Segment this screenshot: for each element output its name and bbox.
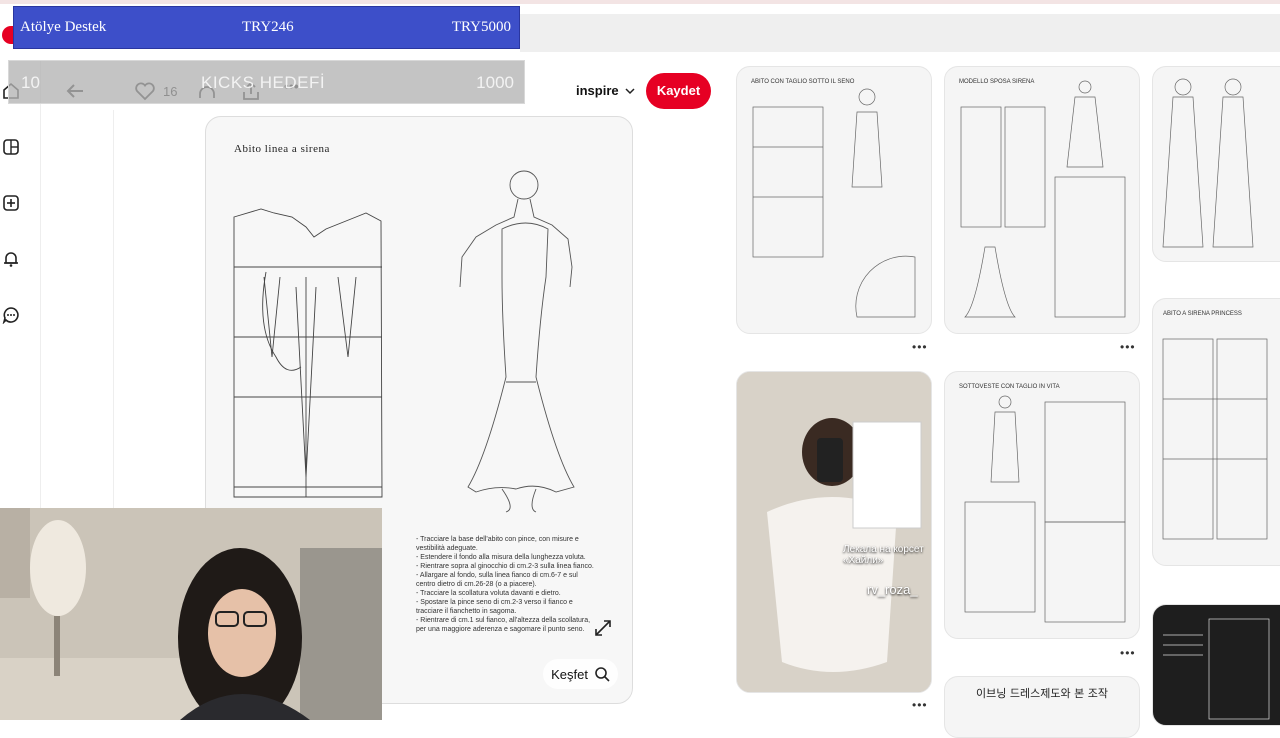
pin-drawing — [1162, 338, 1268, 540]
goal-current: 10 — [21, 73, 40, 92]
left-sidebar — [0, 60, 41, 510]
pin-photo — [737, 372, 931, 692]
grid-pin[interactable]: Sottoveste con taglio in vita — [944, 371, 1140, 639]
webcam-overlay — [0, 508, 382, 720]
instruction-line: - Rientrare di cm.1 sul fianco, all'alte… — [416, 617, 591, 624]
pattern-instructions: - Tracciare la base dell'abito con pince… — [416, 535, 606, 634]
pin-more-icon[interactable]: ••• — [912, 340, 928, 354]
goal-label: KICKS HEDEFİ — [201, 73, 326, 92]
kicks-goal-bar: 10 KICKS HEDEFİ 1000 — [8, 60, 525, 104]
instruction-line: - Tracciare la base dell'abito con pince… — [416, 536, 579, 543]
top-strip — [0, 0, 1280, 4]
pin-drawing — [1162, 78, 1254, 248]
grid-pin[interactable] — [1152, 66, 1280, 262]
pin-drawing — [964, 395, 1126, 623]
bell-icon[interactable] — [2, 250, 20, 268]
expand-icon[interactable] — [592, 617, 614, 639]
instruction-line: per una maggiore aderenza e sagomare il … — [416, 626, 585, 633]
grid-pin[interactable]: 이브닝 드레스제도와 본 조작 — [944, 676, 1140, 738]
pin-drawing — [1163, 618, 1270, 720]
instruction-line: - Allargare al fondo, sulla linea fianco… — [416, 572, 578, 579]
pin-drawing — [960, 80, 1126, 318]
donation-target: TRY5000 — [451, 19, 511, 35]
chat-icon[interactable] — [2, 306, 20, 325]
pin-more-icon[interactable]: ••• — [912, 698, 928, 712]
instruction-line: - Rientrare sopra al ginocchio di cm.2-3… — [416, 563, 594, 570]
pin-more-icon[interactable]: ••• — [1120, 646, 1136, 660]
board-name: inspire — [576, 83, 619, 98]
grid-icon[interactable] — [2, 138, 20, 156]
search-plus-icon — [595, 667, 610, 682]
donation-label: Atölye Destek — [20, 19, 107, 35]
donation-current: TRY246 — [242, 19, 294, 35]
save-button[interactable]: Kaydet — [646, 73, 711, 109]
grid-pin[interactable] — [1152, 604, 1280, 726]
grid-pin[interactable]: Лекала на корсет «Хайли» rv_roza_ — [736, 371, 932, 693]
instruction-line: tracciare il fianchetto in sagoma. — [416, 608, 517, 615]
board-select[interactable]: inspire — [576, 83, 635, 98]
divider — [113, 110, 114, 510]
chevron-down-icon — [625, 88, 635, 95]
instruction-line: - Tracciare la scollatura voluta davanti… — [416, 590, 561, 597]
pin-drawing — [752, 88, 916, 318]
pin-more-icon[interactable]: ••• — [1120, 340, 1136, 354]
pin-overlay-title: Лекала на корсет «Хайли» — [843, 544, 924, 566]
webcam-video — [0, 508, 382, 720]
instruction-line: - Estendere il fondo alla misura della l… — [416, 554, 586, 561]
grid-pin[interactable]: Modello sposa sirena — [944, 66, 1140, 334]
pin-title: 이브닝 드레스제도와 본 조작 — [976, 687, 1108, 700]
goal-target: 1000 — [476, 73, 514, 92]
instruction-line: vestibilità adeguate. — [416, 545, 478, 552]
donation-goal-bar: Atölye Destek TRY246 TRY5000 — [13, 6, 520, 49]
plus-icon[interactable] — [2, 194, 20, 212]
instruction-line: - Spostare la pince seno di cm.2-3 verso… — [416, 599, 573, 606]
grid-pin[interactable]: Abito con taglio sotto il seno — [736, 66, 932, 334]
grid-pin[interactable]: Abito a sirena princess — [1152, 298, 1280, 566]
search-bar[interactable] — [520, 14, 1280, 52]
instruction-line: centro dietro di cm.26-28 (o a piacere). — [416, 581, 537, 588]
pin-overlay-user: rv_roza_ — [867, 582, 918, 597]
explore-button[interactable]: Keşfet — [543, 659, 618, 689]
explore-label: Keşfet — [551, 666, 588, 682]
